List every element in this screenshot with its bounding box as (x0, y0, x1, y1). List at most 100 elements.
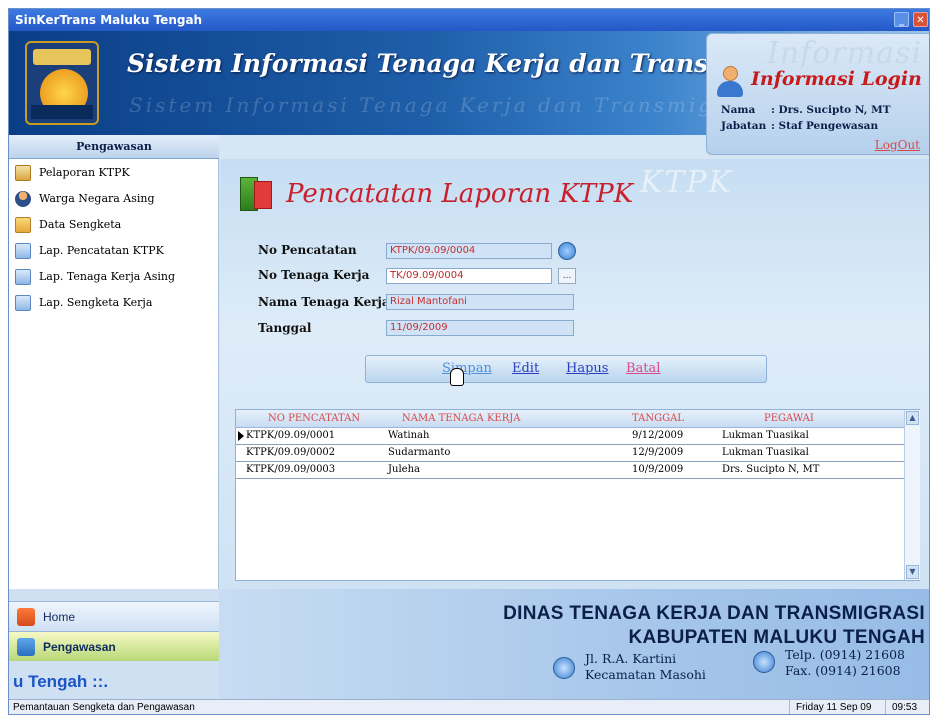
name-label: Nama (721, 104, 756, 116)
nav-home-label: Home (43, 610, 76, 624)
sidebar-item-data-sengketa[interactable]: Data Sengketa (15, 215, 121, 235)
table-row[interactable]: KTPK/09.09/0002 Sudarmanto 12/9/2009 Luk… (236, 445, 904, 462)
tanggal-field[interactable]: 11/09/2009 (386, 320, 574, 336)
table-row[interactable]: KTPK/09.09/0001 Watinah 9/12/2009 Lukman… (236, 428, 904, 445)
login-title: Informasi Login (751, 68, 922, 90)
nama-tenaga-kerja-field[interactable]: Rizal Mantofani (386, 294, 574, 310)
login-info-panel: Informasi Informasi Login Nama : Drs. Suc… (706, 33, 929, 155)
sidebar-item-label: Data Sengketa (39, 218, 122, 231)
chevron-down-icon[interactable]: ▼ (906, 565, 919, 579)
table-row[interactable]: KTPK/09.09/0003 Juleha 10/9/2009 Drs. Su… (236, 462, 904, 479)
person-icon (15, 191, 31, 207)
phone-icon (753, 651, 775, 673)
sidebar: Pelaporan KTPK Warga Negara Asing Data S… (9, 159, 219, 589)
action-toolbar: Simpan Edit Hapus Batal (365, 355, 767, 386)
page-title: Pencatatan Laporan KTPK (286, 179, 634, 209)
location-icon (553, 657, 575, 679)
table-header: NO PENCATATAN NAMA TENAGA KERJA TANGGAL … (236, 410, 904, 428)
sidebar-item-lap-tenaga-kerja-asing[interactable]: Lap. Tenaga Kerja Asing (15, 267, 175, 287)
no-tenaga-kerja-label: No Tenaga Kerja (258, 268, 370, 282)
logout-link[interactable]: LogOut (875, 138, 920, 152)
home-icon (17, 608, 35, 626)
sidebar-item-label: Lap. Sengketa Kerja (39, 296, 153, 309)
delete-button[interactable]: Hapus (566, 361, 608, 376)
title-bar: SinKerTrans Maluku Tengah _ ✕ (9, 9, 929, 31)
close-button[interactable]: ✕ (913, 12, 928, 27)
app-window: SinKerTrans Maluku Tengah _ ✕ Sistem Inf… (8, 8, 930, 715)
department-name: DINAS TENAGA KERJA DAN TRANSMIGRASI (503, 603, 925, 624)
table-cell: Drs. Sucipto N, MT (722, 464, 820, 475)
report-icon (15, 165, 31, 181)
column-header[interactable]: PEGAWAI (764, 413, 814, 424)
nav-home-button[interactable]: Home (9, 601, 219, 631)
sidebar-item-pelaporan-ktpk[interactable]: Pelaporan KTPK (15, 163, 130, 183)
tanggal-label: Tanggal (258, 321, 312, 335)
nav-pengawasan-button[interactable]: Pengawasan (9, 631, 219, 661)
phone-number: Telp. (0914) 21608 (785, 647, 906, 662)
page-watermark: KTPK (640, 165, 734, 200)
column-header[interactable]: NO PENCATATAN (268, 413, 360, 424)
regency-logo (25, 41, 99, 125)
document-icon (15, 269, 31, 285)
table-cell: Lukman Tuasikal (722, 430, 809, 441)
department-info: DINAS TENAGA KERJA DAN TRANSMIGRASI KABU… (219, 589, 929, 699)
table-cell: KTPK/09.09/0003 (246, 464, 336, 475)
footer: Home Pengawasan u Tengah ::. DINAS TENAG… (9, 589, 929, 699)
fax-number: Fax. (0914) 21608 (785, 663, 901, 678)
table-cell: 10/9/2009 (632, 464, 684, 475)
pengawasan-icon (17, 638, 35, 656)
login-watermark: Informasi (767, 36, 923, 71)
sidebar-item-label: Pelaporan KTPK (39, 166, 130, 179)
hand-cursor-icon (450, 368, 464, 386)
table-cell: Lukman Tuasikal (722, 447, 809, 458)
sidebar-item-lap-pencatatan-ktpk[interactable]: Lap. Pencatatan KTPK (15, 241, 164, 261)
status-date: Friday 11 Sep 09 (789, 700, 885, 714)
table-scrollbar[interactable]: ▲ ▼ (904, 410, 920, 580)
sidebar-item-warga-negara-asing[interactable]: Warga Negara Asing (15, 189, 155, 209)
banner-watermark: Sistem Informasi Tenaga Kerja dan Transm… (129, 93, 765, 117)
marquee-text: u Tengah ::. (9, 667, 219, 697)
row-pointer-icon (238, 431, 244, 441)
table-cell: KTPK/09.09/0002 (246, 447, 336, 458)
role-value: : Staf Pengewasan (771, 120, 879, 132)
sidebar-item-lap-sengketa-kerja[interactable]: Lap. Sengketa Kerja (15, 293, 152, 313)
records-table[interactable]: NO PENCATATAN NAMA TENAGA KERJA TANGGAL … (235, 409, 920, 581)
sidebar-header: Pengawasan (9, 135, 219, 159)
sidebar-item-label: Lap. Pencatatan KTPK (39, 244, 164, 257)
column-header[interactable]: NAMA TENAGA KERJA (402, 413, 520, 424)
role-label: Jabatan (721, 120, 767, 132)
book-icon (240, 177, 274, 213)
status-time: 09:53 (885, 700, 929, 714)
navigation-pane: Home Pengawasan u Tengah ::. (9, 589, 219, 699)
window-title: SinKerTrans Maluku Tengah (15, 13, 203, 27)
login-name-row: Nama : Drs. Sucipto N, MT (721, 104, 891, 116)
search-icon[interactable] (558, 242, 576, 260)
table-cell: Watinah (388, 430, 430, 441)
browse-button[interactable]: ... (558, 268, 576, 284)
table-cell: KTPK/09.09/0001 (246, 430, 336, 441)
login-role-row: Jabatan : Staf Pengewasan (721, 120, 878, 132)
table-cell: 12/9/2009 (632, 447, 684, 458)
document-icon (15, 295, 31, 311)
user-avatar-icon (715, 66, 745, 98)
main-content: KTPK Pencatatan Laporan KTPK No Pencatat… (220, 159, 929, 589)
document-icon (15, 243, 31, 259)
status-bar: Pemantauan Sengketa dan Pengawasan Frida… (9, 699, 929, 714)
no-pencatatan-field[interactable]: KTPK/09.09/0004 (386, 243, 552, 259)
table-cell: 9/12/2009 (632, 430, 684, 441)
cancel-button[interactable]: Batal (626, 361, 660, 376)
table-cell: Juleha (388, 464, 420, 475)
chevron-up-icon[interactable]: ▲ (906, 411, 919, 425)
address-line1: Jl. R.A. Kartini (585, 651, 677, 666)
folder-icon (15, 217, 31, 233)
column-header[interactable]: TANGGAL (632, 413, 684, 424)
no-tenaga-kerja-field[interactable]: TK/09.09/0004 (386, 268, 552, 284)
table-cell: Sudarmanto (388, 447, 451, 458)
edit-button[interactable]: Edit (512, 361, 539, 376)
minimize-button[interactable]: _ (894, 12, 909, 27)
sidebar-item-label: Lap. Tenaga Kerja Asing (39, 270, 176, 283)
name-value: : Drs. Sucipto N, MT (771, 104, 891, 116)
address-line2: Kecamatan Masohi (585, 667, 706, 682)
no-pencatatan-label: No Pencatatan (258, 243, 357, 257)
status-text: Pemantauan Sengketa dan Pengawasan (13, 702, 195, 713)
